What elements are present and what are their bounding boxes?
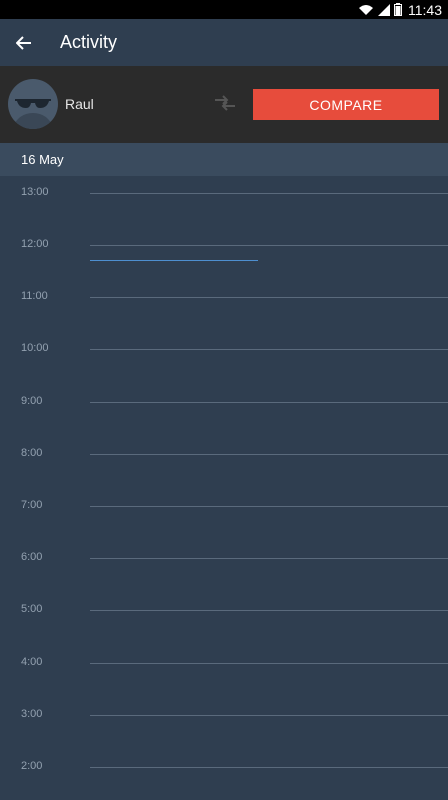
hour-label: 10:00: [21, 342, 49, 354]
date-label: 16 May: [21, 152, 64, 167]
hour-gridline: [90, 349, 448, 350]
hour-gridline: [90, 245, 448, 246]
swap-icon[interactable]: [213, 93, 237, 113]
hour-label: 8:00: [21, 447, 43, 459]
hour-label: 12:00: [21, 238, 49, 250]
hour-gridline: [90, 297, 448, 298]
app-bar: Activity: [0, 19, 448, 66]
hour-label: 11:00: [21, 290, 48, 302]
hour-label: 13:00: [21, 186, 49, 198]
arrow-left-icon: [16, 35, 31, 50]
hour-gridline: [90, 454, 448, 455]
hour-gridline: [90, 193, 448, 194]
back-button[interactable]: [12, 31, 36, 55]
status-bar: 11:43: [0, 0, 448, 19]
battery-icon: [394, 3, 402, 16]
hour-label: 9:00: [21, 395, 43, 407]
hour-gridline: [90, 402, 448, 403]
hour-gridline: [90, 767, 448, 768]
activity-timeline[interactable]: 13:00 12:00 11:00 10:00 9:00 8:00 7:00 6…: [0, 176, 448, 800]
profile-bar: Raul COMPARE: [0, 66, 448, 143]
hour-gridline: [90, 506, 448, 507]
user-name: Raul: [65, 96, 94, 112]
hour-label: 2:00: [21, 760, 43, 772]
hour-label: 6:00: [21, 551, 43, 563]
hour-label: 7:00: [21, 499, 43, 511]
hour-gridline: [90, 663, 448, 664]
hour-label: 4:00: [21, 656, 43, 668]
signal-icon: [378, 3, 390, 16]
incognito-avatar-icon: [12, 99, 54, 129]
avatar[interactable]: [8, 79, 58, 129]
hour-label: 3:00: [21, 708, 43, 720]
hour-label: 5:00: [21, 603, 43, 615]
wifi-icon: [359, 4, 373, 15]
hour-gridline: [90, 715, 448, 716]
compare-button[interactable]: COMPARE: [253, 89, 439, 120]
date-header: 16 May: [0, 143, 448, 176]
page-title: Activity: [60, 32, 118, 52]
status-icons: [358, 3, 402, 16]
status-time: 11:43: [408, 1, 442, 18]
hour-gridline: [90, 558, 448, 559]
activity-bar[interactable]: [90, 260, 258, 261]
hour-gridline: [90, 610, 448, 611]
